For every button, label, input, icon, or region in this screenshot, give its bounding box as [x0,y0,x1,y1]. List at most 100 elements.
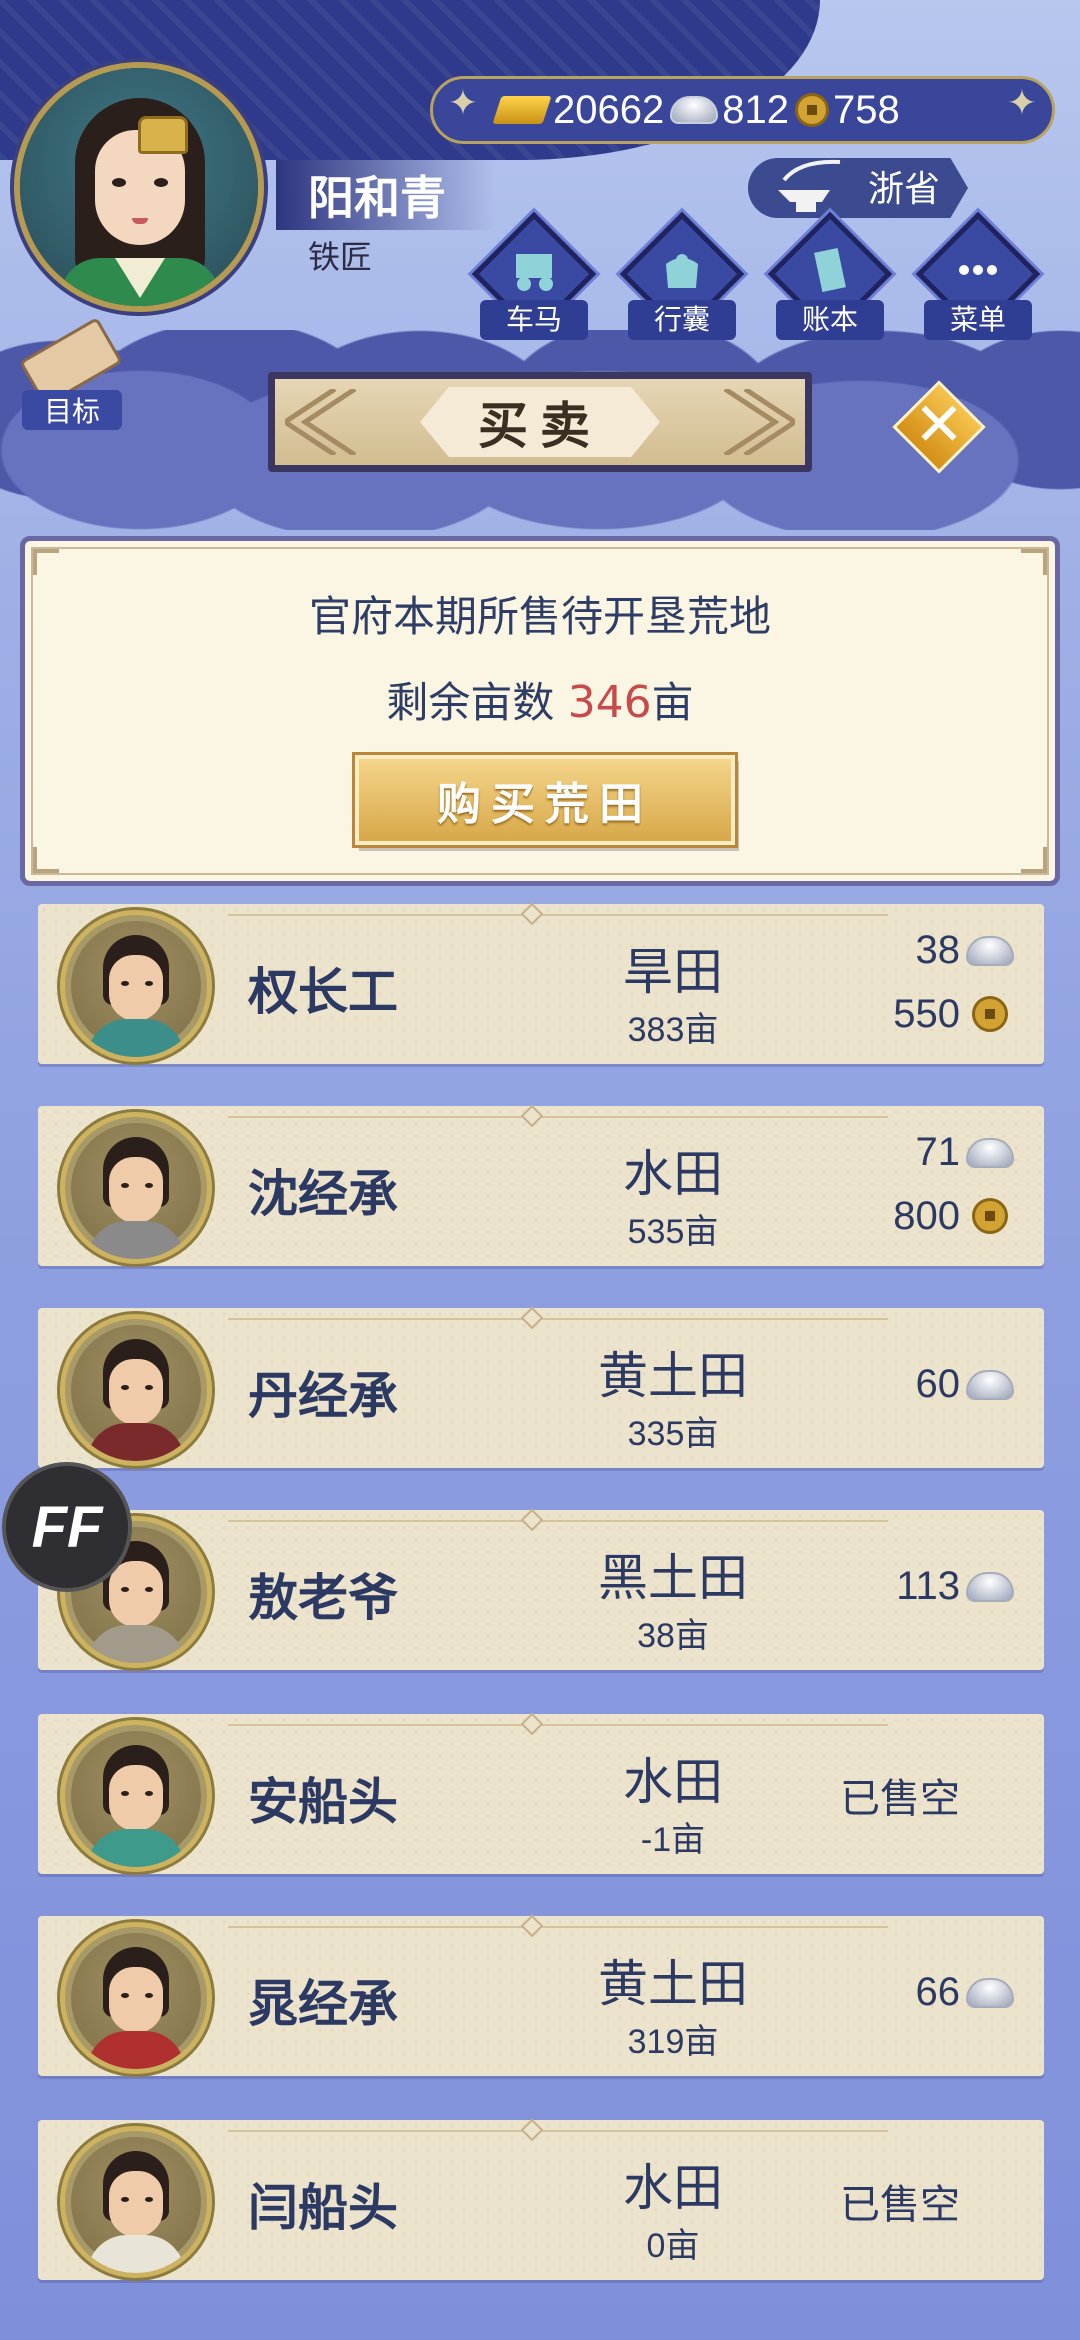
portrait-eye [145,1587,153,1592]
copper-price: 800 [893,1194,960,1238]
land-type: 水田 [623,1145,723,1203]
listing-row[interactable]: 安船头 水田 -1亩 已售空 [38,1712,1044,1874]
listing-row[interactable]: 丹经承 黄土田 335亩 60 [38,1306,1044,1468]
silver-ingot-icon [966,1138,1014,1168]
portrait-eye [121,1791,129,1796]
buy-sell-header: 买卖 [268,372,812,472]
listing-row[interactable]: 敖老爷 黑土田 38亩 113 [38,1508,1044,1670]
close-button[interactable]: ✕ [892,380,986,474]
menu-bundle-button[interactable]: 行囊 [619,211,745,344]
land-type: 黑土田 [598,1549,748,1607]
portrait-eye [121,1183,129,1188]
menu-more-button[interactable]: 菜单 [915,211,1041,344]
hair-crown-icon [138,116,188,154]
portrait-face [109,955,163,1021]
menu-carriage-label: 车马 [480,300,588,340]
ledger-icon [814,247,846,293]
portrait-eye [145,981,153,986]
portrait-eye [145,2197,153,2202]
goal-button[interactable]: 目标 [16,316,126,430]
player-name: 阳和青 [308,171,446,225]
row-diamond-decor [520,902,544,926]
land-area: 38亩 [637,1617,709,1655]
row-divider-decor [228,1926,888,1930]
menu-ledger-button[interactable]: 账本 [767,211,893,344]
portrait-face [109,1359,163,1425]
ff-floating-button[interactable]: FF [2,1462,132,1592]
silver-price: 113 [896,1564,960,1608]
sold-out-label: 已售空 [840,1776,960,1822]
remaining-acres: 剩余亩数 346亩 [25,669,1055,730]
seller-name: 晁经承 [248,1975,398,2033]
seller-name: 敖老爷 [248,1569,398,1627]
silver-ingot-icon [670,96,719,124]
silver-ingot-icon [966,1572,1014,1602]
land-type: 黄土田 [598,1955,748,2013]
carriage-icon [516,254,553,291]
chevron-right-decor-icon [723,389,795,455]
row-diamond-decor [520,1914,544,1938]
remain-value: 346 [567,677,652,728]
row-divider-decor [228,1724,888,1728]
portrait-face [109,1765,163,1831]
portrait-eye [121,1385,129,1390]
close-icon: ✕ [913,390,965,460]
seller-name: 闫船头 [248,2179,398,2237]
header-inner: 买卖 [275,379,805,465]
more-icon [959,265,997,275]
silver-amount: 812 [722,87,789,132]
province-label: 浙省 [868,169,941,210]
header-title: 买卖 [420,387,660,457]
copper-amount: 758 [832,87,900,132]
bundle-icon [666,254,698,288]
portrait-eye [121,1587,129,1592]
row-divider-decor [228,1116,888,1120]
remain-label: 剩余亩数 [386,678,555,727]
seller-portrait [60,1922,212,2074]
portrait-eye [145,1385,153,1390]
portrait-face [109,1561,163,1627]
buy-wasteland-button[interactable]: 购买荒田 [355,755,735,845]
menu-carriage-button[interactable]: 车马 [471,211,597,344]
info-title: 官府本期所售待开垦荒地 [308,592,771,641]
row-diamond-decor [520,2118,544,2142]
seller-portrait [60,1112,212,1264]
land-area: 335亩 [627,1415,719,1453]
menu-ledger-label: 账本 [776,300,884,340]
gold-amount: 20662 [553,87,665,132]
currency-bar: ✦ 20662 812 758 ✦ [430,76,1055,144]
seller-portrait [60,1720,212,1872]
portrait-eye [145,1183,153,1188]
silver-ingot-icon [966,1370,1014,1400]
row-divider-decor [228,1520,888,1524]
seller-name: 沈经承 [248,1165,398,1223]
land-area: 535亩 [627,1213,719,1251]
listing-row[interactable]: 闫船头 水田 0亩 已售空 [38,2118,1044,2280]
listing-row[interactable]: 晁经承 黄土田 319亩 66 [38,1914,1044,2076]
seller-portrait [60,910,212,1062]
copper-price: 550 [893,992,960,1036]
corner-decor [1021,549,1047,575]
menu-bundle-label: 行囊 [628,300,736,340]
land-type: 水田 [623,2159,723,2217]
land-area: 319亩 [627,2023,719,2061]
seller-portrait [60,1314,212,1466]
listing-row[interactable]: 权长工 旱田 383亩 38 550 [38,902,1044,1064]
player-avatar[interactable] [14,62,264,312]
silver-price: 66 [915,1970,961,2014]
row-diamond-decor [520,1104,544,1128]
listing-row[interactable]: 沈经承 水田 535亩 71 800 [38,1104,1044,1266]
iron-anvil-icon [778,159,841,212]
gold-ingot-icon [492,96,552,124]
seller-name: 安船头 [248,1773,398,1831]
player-title: 铁匠 [308,238,373,276]
corner-decor [1021,847,1047,873]
portrait-eye [121,2197,129,2202]
avatar-eye [112,178,126,187]
portrait-eye [121,981,129,986]
silver-ingot-icon [966,936,1014,966]
menu-more-label: 菜单 [924,300,1032,340]
land-type: 旱田 [623,943,723,1001]
land-area: 0亩 [646,2227,700,2265]
portrait-face [109,1967,163,2033]
